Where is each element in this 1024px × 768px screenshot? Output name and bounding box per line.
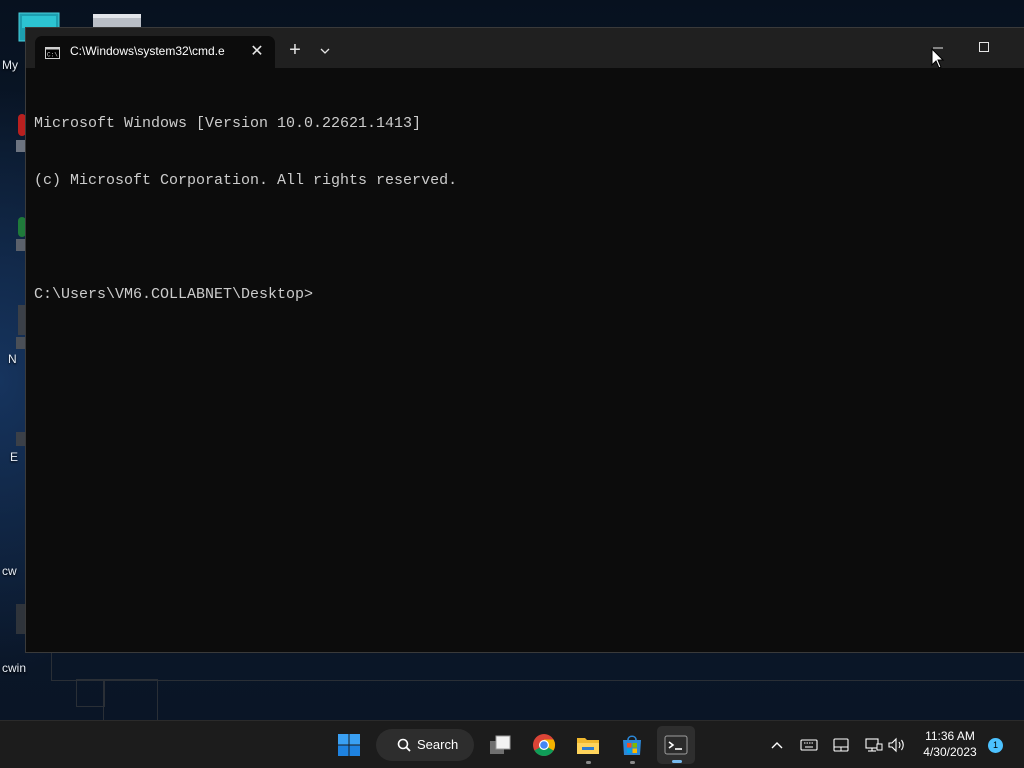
chevron-down-icon[interactable]: [315, 42, 335, 60]
volume-icon[interactable]: [887, 735, 907, 755]
svg-text:C:\: C:\: [47, 52, 58, 59]
microsoft-store-button[interactable]: [613, 726, 651, 764]
terminal-icon: [664, 735, 688, 755]
network-icon[interactable]: [863, 735, 883, 755]
open-indicator: [586, 761, 591, 764]
chrome-icon: [533, 734, 555, 756]
desktop-label-n[interactable]: N: [8, 352, 17, 366]
terminal-button[interactable]: [657, 726, 695, 764]
desktop-label-my[interactable]: My: [2, 58, 18, 72]
background-window-frame-2: [76, 679, 105, 707]
keyboard-icon[interactable]: [799, 735, 819, 755]
desktop-label-cwin[interactable]: cwin: [2, 661, 26, 675]
task-view-icon: [490, 735, 511, 754]
file-explorer-button[interactable]: [569, 726, 607, 764]
task-view-button[interactable]: [481, 726, 519, 764]
taskbar-clock[interactable]: 11:36 AM 4/30/2023: [914, 728, 986, 760]
console-line: (c) Microsoft Corporation. All rights re…: [34, 172, 458, 189]
tab-cmd[interactable]: C:\ C:\Windows\system32\cmd.e ✕: [35, 36, 275, 68]
terminal-titlebar[interactable]: C:\ C:\Windows\system32\cmd.e ✕ +: [26, 28, 1024, 68]
terminal-window: C:\ C:\Windows\system32\cmd.e ✕ + Micros…: [25, 27, 1024, 653]
taskbar-search[interactable]: Search: [376, 729, 474, 761]
search-icon: [397, 738, 411, 752]
desktop-label-cw[interactable]: cw: [2, 564, 17, 578]
maximize-button[interactable]: [961, 28, 1007, 68]
touchpad-icon[interactable]: [831, 735, 851, 755]
chrome-button[interactable]: [525, 726, 563, 764]
open-indicator: [630, 761, 635, 764]
tab-title: C:\Windows\system32\cmd.e: [70, 44, 225, 58]
background-window-frame-3: [103, 679, 158, 721]
console-line: Microsoft Windows [Version 10.0.22621.14…: [34, 115, 422, 132]
new-tab-button[interactable]: +: [284, 40, 306, 62]
desktop-label-e[interactable]: E: [10, 450, 18, 464]
clock-date: 4/30/2023: [923, 745, 977, 759]
start-icon: [338, 734, 360, 756]
background-window-frame: [51, 652, 1024, 681]
active-indicator: [672, 760, 682, 763]
microsoft-store-icon: [623, 735, 641, 755]
start-button[interactable]: [330, 726, 368, 764]
taskbar: Search 11:36 AM 4/30/2023 1: [0, 720, 1024, 768]
console-output[interactable]: Microsoft Windows [Version 10.0.22621.14…: [34, 76, 1016, 644]
clock-time: 11:36 AM: [925, 729, 975, 743]
file-explorer-icon: [577, 738, 599, 754]
command-prompt[interactable]: C:\Users\VM6.COLLABNET\Desktop>: [34, 285, 1016, 304]
mouse-pointer-icon: [931, 47, 947, 70]
close-tab-icon[interactable]: ✕: [248, 43, 266, 61]
cmd-icon: C:\: [45, 46, 60, 59]
search-label: Search: [417, 737, 459, 752]
notification-badge[interactable]: 1: [988, 738, 1003, 753]
chevron-up-icon[interactable]: [767, 735, 787, 755]
